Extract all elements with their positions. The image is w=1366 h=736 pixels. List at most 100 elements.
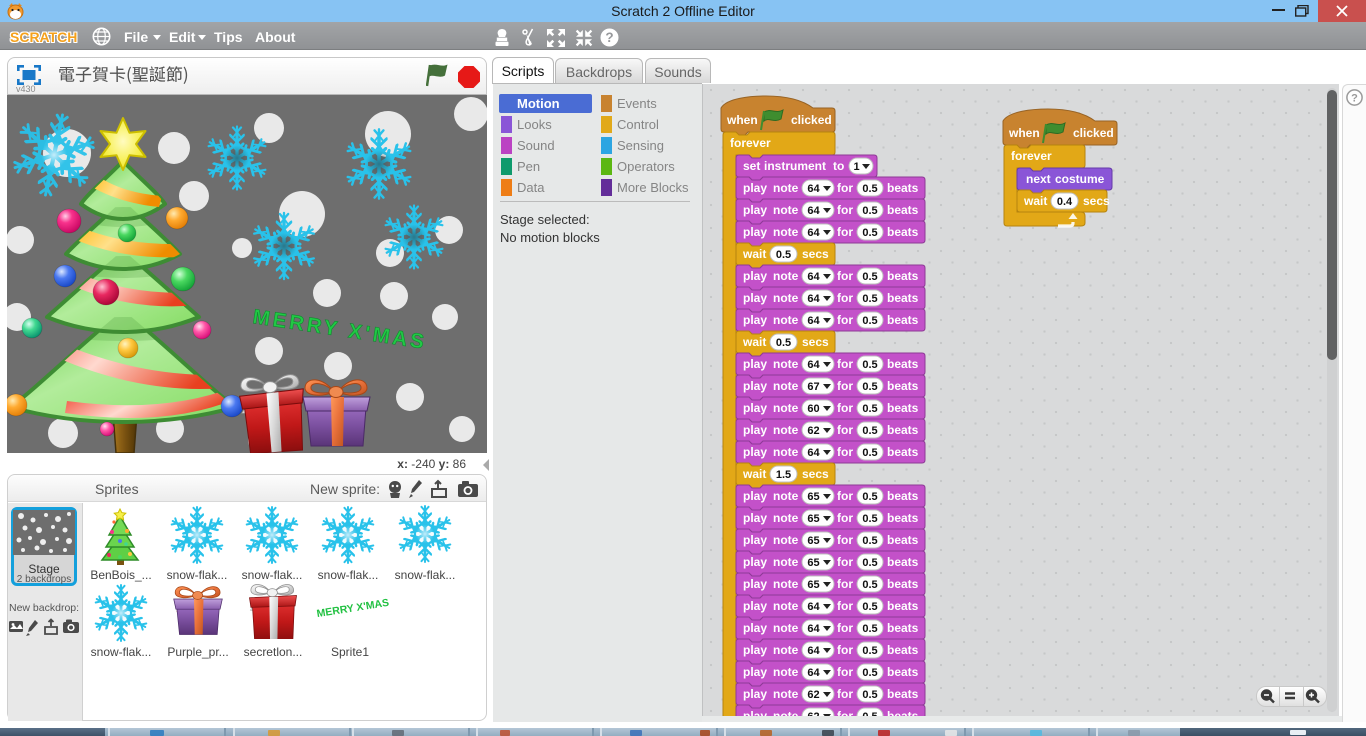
svg-text:beats: beats <box>887 357 919 371</box>
svg-text:0.5: 0.5 <box>862 623 877 635</box>
svg-text:62: 62 <box>807 425 819 437</box>
svg-text:0.5: 0.5 <box>862 491 877 503</box>
svg-text:0.5: 0.5 <box>862 227 877 239</box>
svg-text:note: note <box>773 269 799 283</box>
svg-text:note: note <box>773 181 799 195</box>
svg-text:for: for <box>837 181 853 195</box>
svg-text:note: note <box>773 489 799 503</box>
svg-text:note: note <box>773 401 799 415</box>
svg-text:beats: beats <box>887 291 919 305</box>
svg-text:play: play <box>743 225 767 239</box>
svg-text:beats: beats <box>887 665 919 679</box>
svg-text:0.5: 0.5 <box>862 557 877 569</box>
svg-text:beats: beats <box>887 225 919 239</box>
svg-text:0.5: 0.5 <box>862 689 877 701</box>
svg-text:0.5: 0.5 <box>862 667 877 679</box>
svg-text:note: note <box>773 203 799 217</box>
svg-text:0.5: 0.5 <box>862 381 877 393</box>
svg-text:0.5: 0.5 <box>776 337 791 349</box>
svg-text:note: note <box>773 709 799 716</box>
svg-text:for: for <box>837 687 853 701</box>
svg-text:when: when <box>1008 126 1040 140</box>
svg-text:set: set <box>743 159 760 173</box>
svg-text:play: play <box>743 357 767 371</box>
svg-text:0.4: 0.4 <box>1057 196 1073 208</box>
svg-text:for: for <box>837 269 853 283</box>
svg-text:note: note <box>773 687 799 701</box>
svg-text:next: next <box>1026 172 1051 186</box>
svg-text:for: for <box>837 423 853 437</box>
svg-text:0.5: 0.5 <box>862 601 877 613</box>
svg-text:for: for <box>837 291 853 305</box>
svg-text:64: 64 <box>807 315 820 327</box>
svg-text:64: 64 <box>807 359 820 371</box>
svg-text:beats: beats <box>887 511 919 525</box>
svg-text:wait: wait <box>742 335 766 349</box>
svg-text:play: play <box>743 687 767 701</box>
svg-text:wait: wait <box>742 247 766 261</box>
svg-text:beats: beats <box>887 313 919 327</box>
svg-text:64: 64 <box>807 645 820 657</box>
svg-text:?: ? <box>605 30 613 45</box>
svg-text:0.5: 0.5 <box>862 645 877 657</box>
svg-text:0.5: 0.5 <box>862 205 877 217</box>
svg-text:clicked: clicked <box>791 113 832 127</box>
svg-text:play: play <box>743 313 767 327</box>
svg-text:note: note <box>773 445 799 459</box>
svg-text:for: for <box>837 621 853 635</box>
svg-text:62: 62 <box>807 711 819 716</box>
svg-text:note: note <box>773 511 799 525</box>
svg-text:for: for <box>837 445 853 459</box>
svg-text:64: 64 <box>807 227 820 239</box>
svg-text:play: play <box>743 445 767 459</box>
svg-text:0.5: 0.5 <box>862 425 877 437</box>
svg-text:secs: secs <box>802 335 829 349</box>
svg-text:wait: wait <box>742 467 766 481</box>
svg-text:instrument: instrument <box>764 159 826 173</box>
svg-text:for: for <box>837 203 853 217</box>
svg-text:64: 64 <box>807 183 820 195</box>
svg-text:secs: secs <box>1083 194 1110 208</box>
svg-text:beats: beats <box>887 423 919 437</box>
svg-text:when: when <box>726 113 758 127</box>
svg-text:0.5: 0.5 <box>862 447 877 459</box>
svg-text:beats: beats <box>887 577 919 591</box>
svg-text:note: note <box>773 291 799 305</box>
svg-text:62: 62 <box>807 689 819 701</box>
svg-text:secs: secs <box>802 467 829 481</box>
svg-text:0.5: 0.5 <box>862 315 877 327</box>
svg-text:note: note <box>773 357 799 371</box>
svg-text:beats: beats <box>887 533 919 547</box>
svg-text:note: note <box>773 577 799 591</box>
svg-text:0.5: 0.5 <box>862 579 877 591</box>
svg-text:note: note <box>773 423 799 437</box>
svg-text:64: 64 <box>807 623 820 635</box>
svg-text:play: play <box>743 269 767 283</box>
svg-text:beats: beats <box>887 203 919 217</box>
svg-text:play: play <box>743 181 767 195</box>
svg-text:forever: forever <box>730 136 771 150</box>
svg-text:0.5: 0.5 <box>862 183 877 195</box>
svg-text:0.5: 0.5 <box>862 403 877 415</box>
svg-text:64: 64 <box>807 271 820 283</box>
svg-text:0.5: 0.5 <box>862 535 877 547</box>
svg-text:0.5: 0.5 <box>862 293 877 305</box>
svg-text:0.5: 0.5 <box>862 359 877 371</box>
svg-text:beats: beats <box>887 555 919 569</box>
svg-text:for: for <box>837 225 853 239</box>
svg-text:for: for <box>837 313 853 327</box>
svg-text:1.5: 1.5 <box>776 469 791 481</box>
svg-text:note: note <box>773 379 799 393</box>
svg-text:play: play <box>743 401 767 415</box>
svg-text:beats: beats <box>887 269 919 283</box>
svg-text:play: play <box>743 533 767 547</box>
svg-text:64: 64 <box>807 667 820 679</box>
svg-text:beats: beats <box>887 445 919 459</box>
svg-text:beats: beats <box>887 599 919 613</box>
svg-text:0.5: 0.5 <box>862 271 877 283</box>
svg-text:64: 64 <box>807 447 820 459</box>
svg-text:note: note <box>773 555 799 569</box>
svg-text:0.5: 0.5 <box>862 711 877 716</box>
svg-text:for: for <box>837 511 853 525</box>
svg-text:note: note <box>773 599 799 613</box>
